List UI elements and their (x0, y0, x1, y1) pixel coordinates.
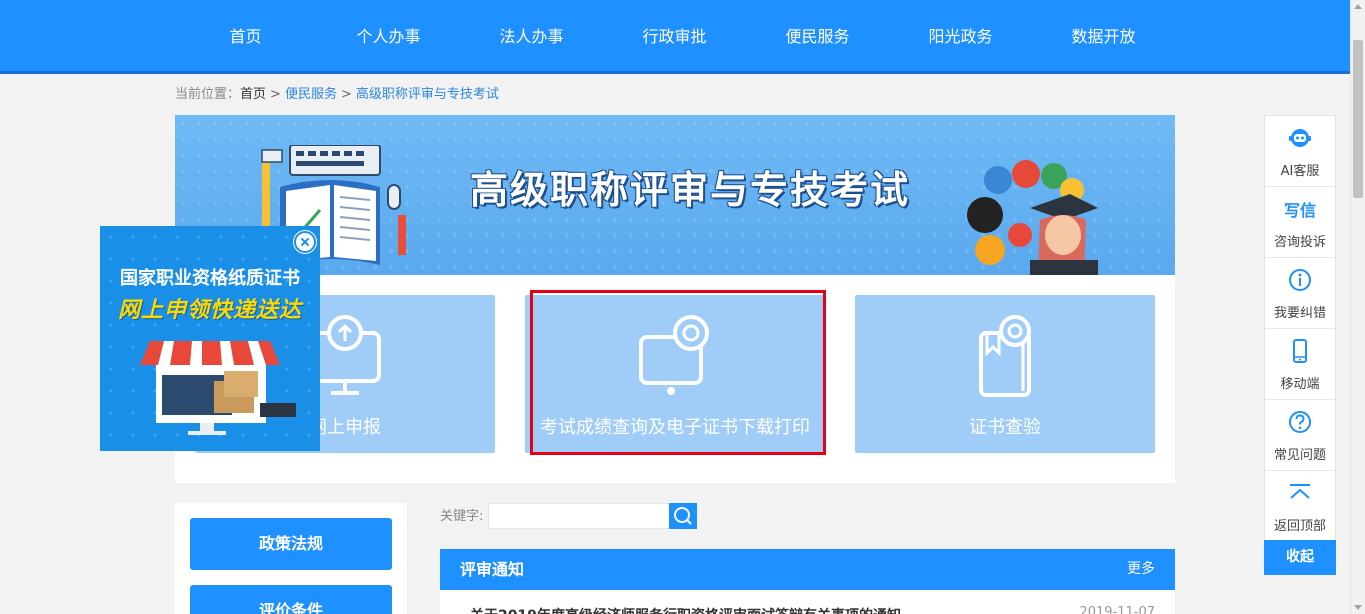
ad-title: 国家职业资格纸质证书 (120, 268, 300, 289)
scroll-down-arrow-icon[interactable] (1354, 605, 1362, 610)
nav-item-open-data[interactable]: 数据开放 (1032, 0, 1175, 74)
toolbar-back-to-top[interactable]: 返回顶部 (1265, 471, 1335, 542)
monitor-search-icon (639, 315, 709, 395)
nav-item-open-affairs[interactable]: 阳光政务 (889, 0, 1032, 74)
top-navigation: 首页 个人办事 法人办事 行政审批 便民服务 阳光政务 数据开放 (0, 0, 1350, 74)
nav-item-approval[interactable]: 行政审批 (603, 0, 746, 74)
toolbar-label: 常见问题 (1273, 448, 1326, 463)
scroll-up-arrow-icon[interactable] (1354, 4, 1362, 9)
toolbar-ai-service[interactable]: AI客服 (1265, 116, 1335, 187)
search-button[interactable] (669, 503, 697, 529)
breadcrumb-prefix: 当前位置： (175, 87, 241, 102)
toolbar-write-letter[interactable]: 写信 咨询投诉 (1265, 187, 1335, 258)
breadcrumb-separator: > (340, 87, 352, 102)
toolbar-label: AI客服 (1280, 164, 1320, 179)
notice-item[interactable]: 关于2019年度高级经济师服务行职资格评审面试答辩有关事项的通知 (470, 605, 901, 614)
menu-criteria-button[interactable]: 评价条件 (190, 585, 392, 614)
toolbar-label: 移动端 (1280, 377, 1320, 392)
service-panel: 网上申报 考试成绩查询及电子证书下载打印 证书查验 (175, 275, 1175, 483)
breadcrumb-separator: > (270, 87, 281, 102)
left-menu: 政策法规 评价条件 (175, 503, 407, 614)
menu-policy-button[interactable]: 政策法规 (190, 518, 392, 570)
page-banner: 高级职称评审与专技考试 (175, 115, 1175, 275)
breadcrumb: 当前位置：首页 > 便民服务 > 高级职称评审与专技考试 (175, 86, 499, 104)
mobile-icon (1293, 339, 1307, 363)
notice-title: 评审通知 (460, 560, 525, 579)
search-label: 关键字: (440, 509, 484, 524)
notice-header: 评审通知 更多 (440, 549, 1175, 590)
nav-menu: 首页 个人办事 法人办事 行政审批 便民服务 阳光政务 数据开放 (174, 0, 1175, 74)
nav-item-home[interactable]: 首页 (174, 0, 317, 74)
notice-more-link[interactable]: 更多 (1127, 549, 1155, 590)
notice-date: 2019-11-07 (1079, 605, 1155, 614)
ad-shop-illustration (140, 341, 296, 435)
back-to-top-icon (1290, 484, 1310, 499)
ad-subtitle: 网上申领快递送达 (117, 298, 302, 323)
nav-item-personal[interactable]: 个人办事 (317, 0, 460, 74)
banner-graduate-illustration (967, 160, 1098, 275)
service-label: 证书查验 (969, 417, 1041, 438)
robot-icon (1289, 129, 1311, 147)
floating-ad[interactable]: 国家职业资格纸质证书 网上申领快递送达 (100, 226, 320, 451)
breadcrumb-home[interactable]: 首页 (240, 87, 266, 102)
nav-item-corporate[interactable]: 法人办事 (460, 0, 603, 74)
toolbar-label: 咨询投诉 (1273, 235, 1326, 250)
toolbar-mobile[interactable]: 移动端 (1265, 329, 1335, 400)
right-toolbar: AI客服 写信 咨询投诉 我要纠错 移动端 常见问题 返回顶部 收起 (1264, 115, 1336, 575)
service-certificate-verify[interactable]: 证书查验 (855, 295, 1155, 453)
toolbar-label: 返回顶部 (1273, 519, 1326, 534)
nav-item-convenience[interactable]: 便民服务 (746, 0, 889, 74)
service-label: 考试成绩查询及电子证书下载打印 (540, 417, 810, 438)
breadcrumb-convenience[interactable]: 便民服务 (285, 87, 337, 102)
service-score-query[interactable]: 考试成绩查询及电子证书下载打印 (525, 295, 825, 453)
toolbar-faq[interactable]: 常见问题 (1265, 400, 1335, 471)
toolbar-collapse-button[interactable]: 收起 (1264, 540, 1336, 575)
question-icon (1289, 411, 1311, 433)
info-icon (1289, 269, 1311, 291)
page-scrollbar[interactable] (1350, 0, 1365, 614)
search-input[interactable] (488, 503, 670, 529)
notice-panel: 评审通知 更多 关于2019年度高级经济师服务行职资格评审面试答辩有关事项的通知… (440, 549, 1175, 614)
scrollbar-thumb[interactable] (1353, 40, 1363, 198)
toolbar-error-report[interactable]: 我要纠错 (1265, 258, 1335, 329)
banner-title: 高级职称评审与专技考试 (470, 168, 911, 212)
ad-close-icon[interactable] (294, 231, 316, 253)
breadcrumb-current[interactable]: 高级职称评审与专技考试 (356, 87, 499, 102)
toolbar-label: 我要纠错 (1273, 306, 1326, 321)
certificate-search-icon (979, 315, 1031, 397)
write-letter-icon: 写信 (1283, 201, 1316, 220)
search-icon (674, 507, 692, 525)
